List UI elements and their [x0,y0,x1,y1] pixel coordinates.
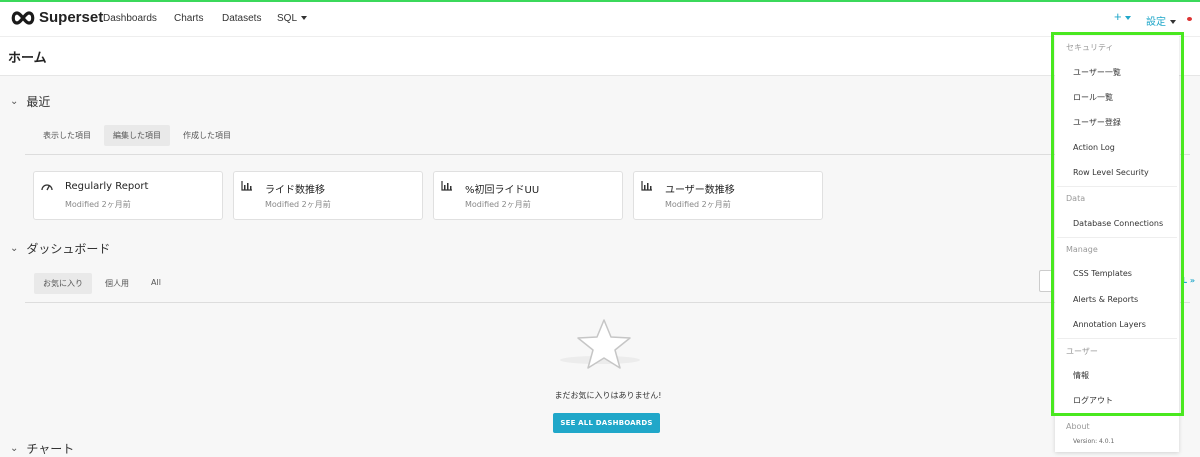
settings-menu-button[interactable]: 設定 [1146,13,1176,28]
recent-section-header[interactable]: ⌄ 最近 [10,93,50,110]
plus-icon: + [1114,9,1122,24]
bar-chart-icon [241,181,253,194]
page-title: ホーム [8,51,47,66]
card-modified: Modified 2ヶ月前 [265,200,331,209]
card-title: Regularly Report [65,181,149,192]
top-navbar: Superset Dashboards Charts Datasets SQL … [0,2,1200,37]
brand-name: Superset [39,9,104,26]
highlight-outline [1051,32,1184,416]
chevron-down-icon [1170,20,1176,25]
chevron-down-icon: ⌄ [10,443,19,454]
superset-logo-icon [11,10,35,25]
dashboards-tabs: お気に入り 個人用 All [34,273,174,294]
recent-card[interactable]: ライド数推移 Modified 2ヶ月前 [233,171,423,220]
bar-chart-icon [441,181,453,194]
chevron-down-icon: ⌄ [10,243,19,254]
card-modified: Modified 2ヶ月前 [65,200,131,209]
dashboards-section-title: ダッシュボード [26,242,111,256]
nav-datasets[interactable]: Datasets [222,13,261,24]
version-label: Version: 4.0.1 [1073,438,1115,445]
chevron-down-icon: ⌄ [10,96,19,107]
bar-chart-icon [641,181,653,194]
language-flag-icon[interactable] [1187,17,1192,21]
recent-tabs: 表示した項目 編集した項目 作成した項目 [34,125,244,146]
divider [25,302,1055,303]
tab-favorites[interactable]: お気に入り [34,273,92,294]
empty-state-message: まだお気に入りはありません! [554,391,662,400]
recent-section-title: 最近 [26,95,51,109]
nav-dashboards[interactable]: Dashboards [103,13,157,24]
tab-created[interactable]: 作成した項目 [174,125,240,146]
new-item-button[interactable]: + [1114,9,1131,24]
settings-label: 設定 [1146,17,1166,28]
card-title: ライド数推移 [265,185,325,196]
chevron-down-icon [1124,15,1131,20]
star-icon [574,318,634,374]
see-all-dashboards-button[interactable]: SEE ALL DASHBOARDS [553,413,660,433]
tab-all[interactable]: All [142,273,170,294]
dashboard-gauge-icon [41,181,53,194]
card-modified: Modified 2ヶ月前 [465,200,531,209]
recent-card[interactable]: Regularly Report Modified 2ヶ月前 [33,171,223,220]
divider [25,154,1055,155]
recent-card[interactable]: %初回ライドUU Modified 2ヶ月前 [433,171,623,220]
chevron-down-icon [301,16,308,21]
card-title: ユーザー数推移 [665,185,735,196]
menu-group-about: About [1066,422,1090,431]
nav-sql-label: SQL [277,13,298,24]
charts-section-header[interactable]: ⌄ チャート [10,440,74,457]
page-header: ホーム [0,37,1200,76]
nav-charts[interactable]: Charts [174,13,203,24]
tab-mine[interactable]: 個人用 [96,273,138,294]
dashboards-section-header[interactable]: ⌄ ダッシュボード [10,240,110,257]
charts-section-title: チャート [26,442,75,456]
card-title: %初回ライドUU [465,185,540,196]
nav-sql[interactable]: SQL [277,13,308,24]
recent-card[interactable]: ユーザー数推移 Modified 2ヶ月前 [633,171,823,220]
superset-logo[interactable]: Superset [10,9,103,26]
tab-edited[interactable]: 編集した項目 [104,125,170,146]
tab-viewed[interactable]: 表示した項目 [34,125,100,146]
card-modified: Modified 2ヶ月前 [665,200,731,209]
